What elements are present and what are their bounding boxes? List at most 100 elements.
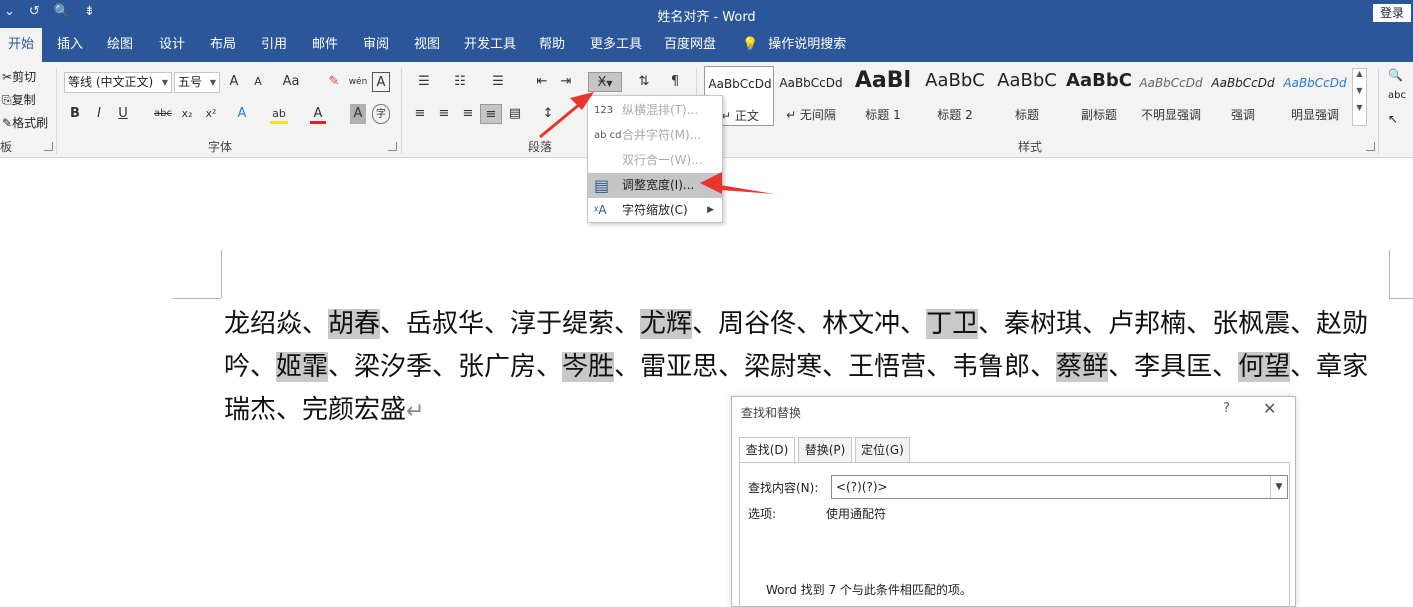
char-border-button[interactable]: A: [372, 72, 390, 92]
style-heading-1[interactable]: AaBl 标题 1: [848, 66, 918, 126]
tab-insert[interactable]: 插入: [50, 28, 90, 62]
chevron-down-icon[interactable]: ▼: [1353, 86, 1366, 95]
font-size-select[interactable]: 五号 ▼: [174, 72, 220, 93]
align-center-button[interactable]: ≡: [436, 104, 452, 124]
tab-home[interactable]: 开始: [0, 28, 42, 62]
styles-scroll-control[interactable]: ▲ ▼ ▼: [1352, 68, 1367, 126]
italic-button[interactable]: I: [92, 104, 106, 124]
highlighted-match: 何望: [1238, 352, 1291, 382]
subscript-button[interactable]: x₂: [178, 104, 196, 124]
bullets-button[interactable]: ☰: [412, 72, 436, 92]
clipboard-launcher-icon[interactable]: [44, 142, 53, 151]
select-icon[interactable]: ↖: [1388, 112, 1398, 126]
highlighted-match: 姬霏: [276, 352, 329, 382]
chevron-up-icon[interactable]: ▲: [1353, 69, 1366, 78]
style-heading-2[interactable]: AaBbC 标题 2: [920, 66, 990, 126]
find-icon[interactable]: 🔍: [1388, 68, 1403, 82]
copy-button[interactable]: ⎘复制: [2, 91, 36, 108]
distribute-button[interactable]: ▤: [506, 104, 524, 124]
help-icon[interactable]: ?: [1223, 401, 1230, 416]
multilevel-list-button[interactable]: ☰: [486, 72, 510, 92]
tab-mailings[interactable]: 邮件: [305, 28, 345, 62]
crop-mark: [173, 298, 221, 299]
tab-more-tools[interactable]: 更多工具: [584, 28, 648, 62]
chevron-down-icon: ▼: [209, 78, 216, 87]
line-spacing-button[interactable]: ↕: [538, 104, 558, 124]
tab-replace[interactable]: 替换(P): [798, 437, 852, 462]
tab-view[interactable]: 视图: [407, 28, 447, 62]
tab-references[interactable]: 引用: [254, 28, 294, 62]
tab-draw[interactable]: 绘图: [100, 28, 140, 62]
char-shading-button[interactable]: A: [350, 104, 366, 124]
style-title[interactable]: AaBbC 标题: [992, 66, 1062, 126]
font-launcher-icon[interactable]: [388, 142, 397, 151]
menu-item-vertical-in-horizontal[interactable]: 123 纵横混排(T)...: [588, 98, 722, 123]
tab-help[interactable]: 帮助: [532, 28, 572, 62]
tab-find[interactable]: 查找(D): [739, 437, 795, 464]
fit-text-icon: ▤: [594, 176, 610, 195]
style-emphasis[interactable]: AaBbCcDd 强调: [1208, 66, 1278, 126]
clear-format-button[interactable]: ✎: [326, 72, 342, 92]
menu-item-fit-text[interactable]: ▤ 调整宽度(I)...: [588, 173, 722, 198]
style-intense-emphasis[interactable]: AaBbCcDd 明显强调: [1280, 66, 1350, 126]
tab-goto[interactable]: 定位(G): [855, 437, 910, 462]
group-divider: [1378, 68, 1379, 154]
change-case-button[interactable]: Aa: [278, 72, 304, 92]
font-name-select[interactable]: 等线 (中文正文) ▼: [64, 72, 172, 93]
bold-button[interactable]: B: [68, 104, 82, 124]
menu-item-two-lines-in-one[interactable]: 双行合一(W)...: [588, 148, 722, 173]
highlighted-match: 丁卫: [926, 309, 979, 339]
text-run: 、雷亚思、梁尉寒、王悟营、韦鲁郎、: [614, 352, 1057, 382]
chevron-down-icon: ▼: [161, 78, 168, 87]
align-right-button[interactable]: ≡: [460, 104, 476, 124]
highlight-color-button[interactable]: ab: [270, 104, 288, 124]
crop-mark: [1389, 250, 1390, 298]
tell-me-label: 操作说明搜索: [768, 37, 847, 52]
font-color-button[interactable]: A: [310, 104, 326, 124]
crop-mark: [221, 250, 222, 298]
cut-button[interactable]: ✂剪切: [2, 68, 36, 85]
text-run: 、梁汐季、张广房、: [328, 352, 563, 382]
menu-item-character-scaling[interactable]: ᵡA 字符缩放(C) ▶: [588, 198, 722, 223]
show-marks-button[interactable]: ¶: [666, 72, 684, 92]
strikethrough-button[interactable]: abc: [152, 104, 174, 124]
style-no-spacing[interactable]: AaBbCcDd ↵ 无间隔: [776, 66, 846, 126]
text-effects-button[interactable]: A: [234, 104, 250, 124]
style-subtle-emphasis[interactable]: AaBbCcDd 不明显强调: [1136, 66, 1206, 126]
menu-item-combine-characters[interactable]: ab cd 合并字符(M)...: [588, 123, 722, 148]
find-what-label: 查找内容(N):: [748, 481, 819, 495]
tell-me-search[interactable]: 💡 操作说明搜索: [742, 28, 846, 62]
sort-button[interactable]: ⇅: [634, 72, 654, 92]
shrink-font-button[interactable]: A: [250, 72, 266, 92]
asian-layout-menu: 123 纵横混排(T)... ab cd 合并字符(M)... 双行合一(W).…: [587, 95, 723, 223]
justify-button[interactable]: ≡: [480, 104, 502, 124]
format-painter-button[interactable]: ✎格式刷: [2, 114, 48, 131]
tab-developer[interactable]: 开发工具: [458, 28, 522, 62]
chevron-down-icon[interactable]: ▼: [1270, 476, 1287, 498]
combine-chars-icon: ab cd: [594, 130, 622, 141]
phonetic-guide-button[interactable]: wén: [348, 72, 368, 92]
close-icon[interactable]: ✕: [1263, 399, 1276, 418]
tab-baidu-netdisk[interactable]: 百度网盘: [658, 28, 722, 62]
enclose-char-button[interactable]: 字: [372, 104, 390, 124]
tab-review[interactable]: 审阅: [356, 28, 396, 62]
submenu-arrow-icon: ▶: [707, 205, 714, 215]
chevron-down-icon: ▼: [606, 79, 613, 88]
style-subtitle[interactable]: AaBbC 副标题: [1064, 66, 1134, 126]
decrease-indent-button[interactable]: ⇤: [532, 72, 552, 92]
replace-icon[interactable]: abc: [1388, 90, 1406, 101]
tab-layout[interactable]: 布局: [203, 28, 243, 62]
asian-layout-button[interactable]: Ӿ▼: [588, 72, 622, 92]
underline-button[interactable]: U: [116, 104, 130, 124]
increase-indent-button[interactable]: ⇥: [556, 72, 576, 92]
styles-launcher-icon[interactable]: [1366, 142, 1375, 151]
highlighted-match: 岑胜: [562, 352, 615, 382]
tab-design[interactable]: 设计: [152, 28, 192, 62]
expand-gallery-icon[interactable]: ▼: [1353, 103, 1366, 112]
numbering-button[interactable]: ☷: [448, 72, 472, 92]
find-what-input[interactable]: <(?)(?)> ▼: [831, 475, 1288, 499]
align-left-button[interactable]: ≡: [412, 104, 428, 124]
superscript-button[interactable]: x²: [202, 104, 220, 124]
grow-font-button[interactable]: A: [226, 72, 242, 92]
login-button[interactable]: 登录: [1373, 4, 1411, 22]
